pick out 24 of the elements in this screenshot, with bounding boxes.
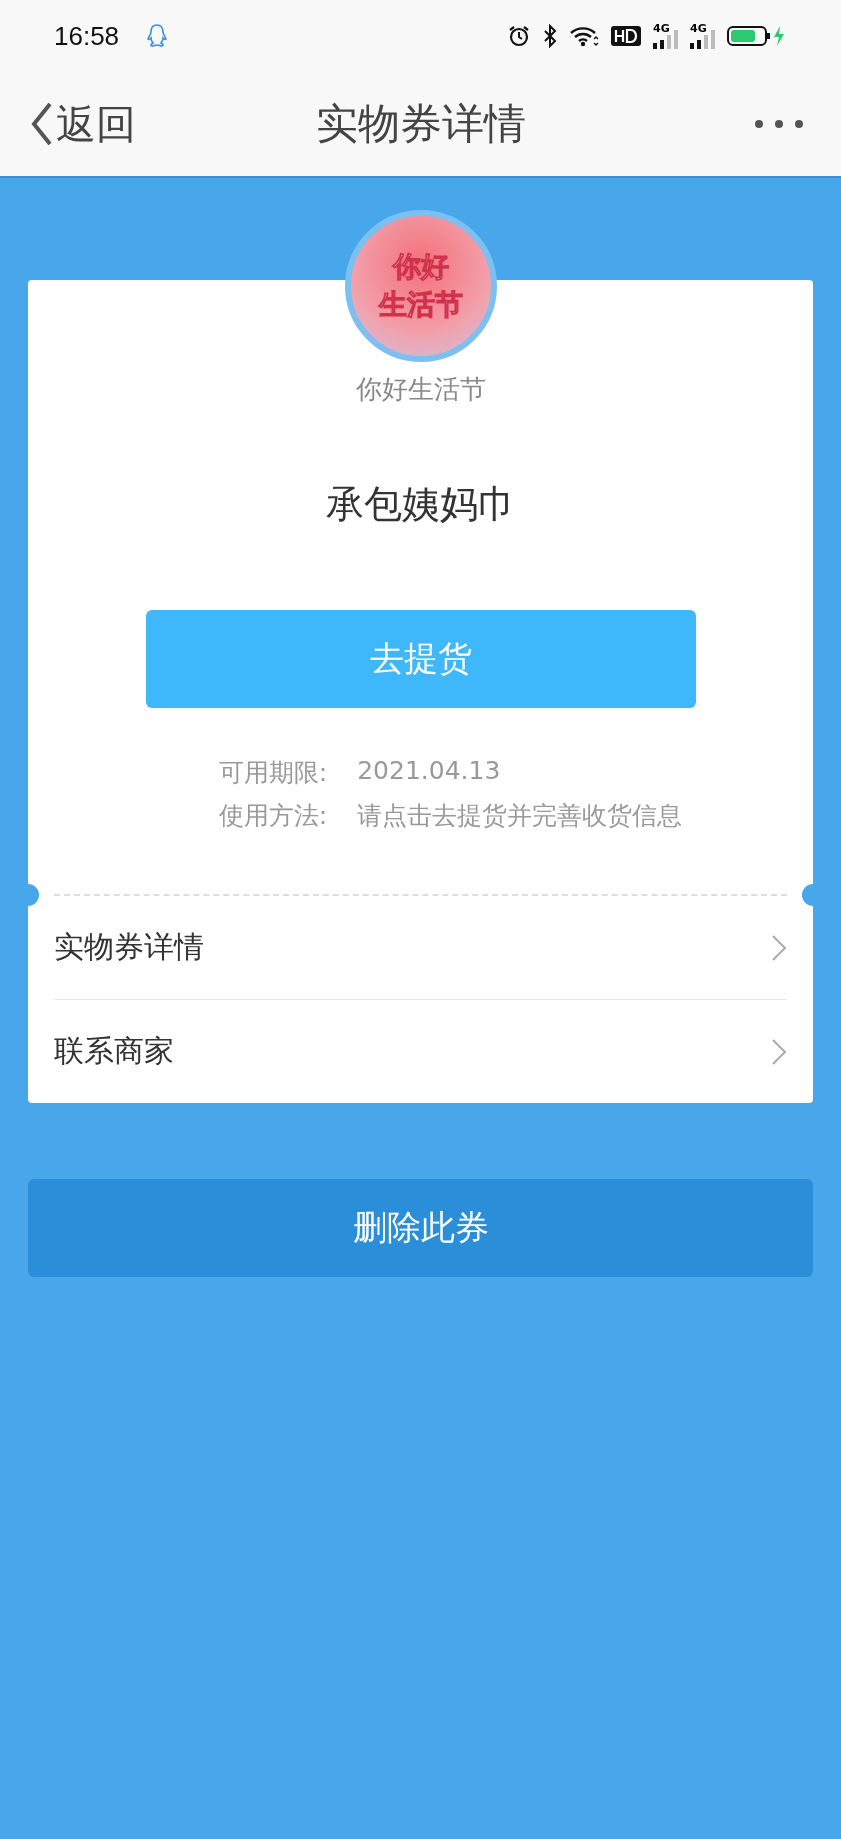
chevron-left-icon — [30, 102, 54, 146]
coupon-name: 承包姨妈巾 — [325, 481, 516, 528]
battery-charging-icon — [727, 24, 787, 48]
more-dots-icon — [753, 118, 805, 130]
list-item[interactable]: 实物券详情 — [54, 896, 787, 1000]
info-label: 使用方法: — [218, 800, 328, 832]
page-title: 实物券详情 — [315, 98, 526, 150]
penguin-icon — [147, 23, 168, 49]
alarm-icon — [507, 24, 531, 48]
logo-text: 生活节 — [377, 287, 464, 323]
more-menu-button[interactable] — [753, 118, 805, 130]
bluetooth-icon — [543, 24, 557, 48]
logo-text: 你好 — [391, 249, 450, 285]
list-item[interactable]: 联系商家 — [54, 1000, 787, 1103]
info-label: 可用期限: — [218, 757, 328, 789]
info-value: 请点击去提货并完善收货信息 — [357, 800, 683, 832]
back-button[interactable]: 返回 — [30, 96, 136, 152]
wifi-icon — [569, 25, 599, 47]
clock-time: 16:58 — [54, 20, 120, 52]
chevron-right-icon — [771, 933, 787, 962]
chevron-right-icon — [771, 1037, 787, 1066]
merchant-name: 你好生活节 — [355, 373, 486, 406]
info-value: 2021.04.13 — [357, 756, 502, 787]
hd-icon — [611, 25, 641, 47]
